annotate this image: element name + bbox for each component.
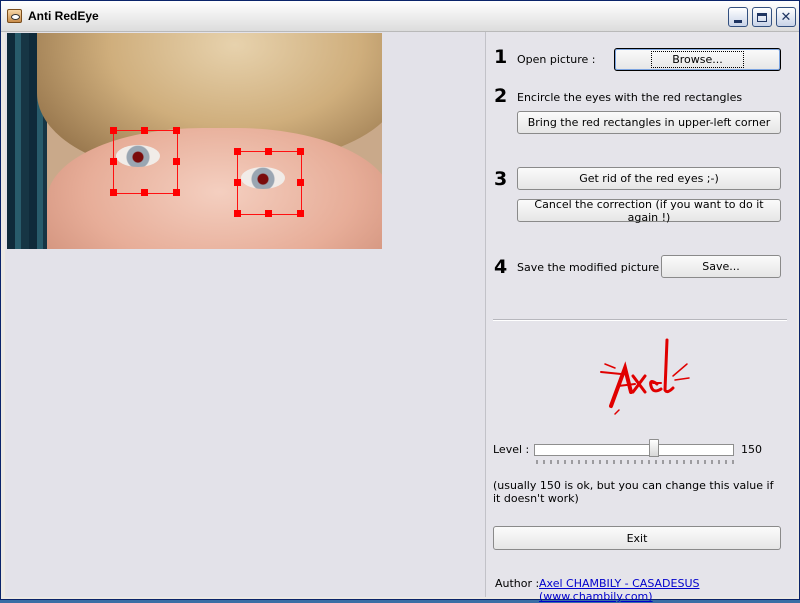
selection-rect-left[interactable] bbox=[113, 130, 178, 194]
resize-handle[interactable] bbox=[234, 210, 241, 217]
maximize-button[interactable] bbox=[752, 7, 772, 27]
maximize-icon bbox=[757, 12, 767, 22]
cancel-correction-button[interactable]: Cancel the correction (if you want to do… bbox=[517, 198, 781, 224]
resize-handle[interactable] bbox=[297, 179, 304, 186]
app-window: Anti RedEye ✕ 1 Open picture: Browse...… bbox=[0, 0, 800, 603]
resize-handle[interactable] bbox=[265, 148, 272, 155]
fix-red-eyes-button[interactable]: Get rid of the red eyes ;-) bbox=[517, 167, 781, 190]
resize-handle[interactable] bbox=[265, 210, 272, 217]
resize-handle[interactable] bbox=[141, 127, 148, 134]
step-2-number: 2 bbox=[494, 85, 508, 107]
resize-handle[interactable] bbox=[234, 148, 241, 155]
resize-handle[interactable] bbox=[297, 148, 304, 155]
title-bar[interactable]: Anti RedEye ✕ bbox=[1, 1, 799, 32]
exit-button[interactable]: Exit bbox=[493, 526, 781, 550]
step-3-number: 3 bbox=[494, 168, 508, 190]
level-slider-track[interactable] bbox=[534, 444, 734, 456]
resize-handle[interactable] bbox=[173, 189, 180, 196]
resize-handle[interactable] bbox=[110, 158, 117, 165]
level-value: 150 bbox=[741, 443, 762, 456]
photo-face bbox=[47, 128, 382, 249]
eye-app-icon bbox=[7, 9, 22, 23]
browse-button[interactable]: Browse... bbox=[614, 48, 781, 71]
browse-button-label: Browse... bbox=[651, 51, 744, 68]
minimize-icon bbox=[734, 19, 742, 23]
reset-rectangles-button[interactable]: Bring the red rectangles in upper-left c… bbox=[517, 111, 781, 134]
image-panel bbox=[5, 32, 486, 597]
selection-rect-right[interactable] bbox=[237, 151, 302, 215]
step-1-number: 1 bbox=[494, 46, 508, 68]
author-label: Author : bbox=[495, 577, 540, 590]
window-title: Anti RedEye bbox=[28, 9, 99, 23]
resize-handle[interactable] bbox=[173, 158, 180, 165]
resize-handle[interactable] bbox=[110, 189, 117, 196]
controls-panel: 1 Open picture : Browse... 2 Encircle th… bbox=[487, 32, 797, 603]
step-4-number: 4 bbox=[494, 256, 508, 278]
level-label: Level : bbox=[493, 443, 530, 456]
minimize-button[interactable] bbox=[728, 7, 748, 27]
divider bbox=[493, 319, 787, 321]
photo-canvas[interactable] bbox=[7, 33, 382, 249]
close-icon: ✕ bbox=[780, 9, 792, 25]
resize-handle[interactable] bbox=[141, 189, 148, 196]
save-button[interactable]: Save... bbox=[661, 255, 781, 278]
close-button[interactable]: ✕ bbox=[776, 7, 796, 27]
level-slider-thumb[interactable] bbox=[649, 439, 659, 457]
client-area: 1 Open picture : Browse... 2 Encircle th… bbox=[5, 32, 797, 603]
resize-handle[interactable] bbox=[234, 179, 241, 186]
open-picture-label: Open picture : bbox=[517, 53, 596, 66]
encircle-eyes-label: Encircle the eyes with the red rectangle… bbox=[517, 91, 743, 104]
axel-logo-icon bbox=[600, 338, 690, 415]
resize-handle[interactable] bbox=[110, 127, 117, 134]
author-link[interactable]: Axel CHAMBILY - CASADESUS (www.chambily.… bbox=[539, 577, 797, 603]
resize-handle[interactable] bbox=[173, 127, 180, 134]
resize-handle[interactable] bbox=[297, 210, 304, 217]
slider-ticks bbox=[536, 460, 734, 464]
level-hint: (usually 150 is ok, but you can change t… bbox=[493, 479, 774, 505]
save-picture-label: Save the modified picture : bbox=[517, 261, 667, 274]
